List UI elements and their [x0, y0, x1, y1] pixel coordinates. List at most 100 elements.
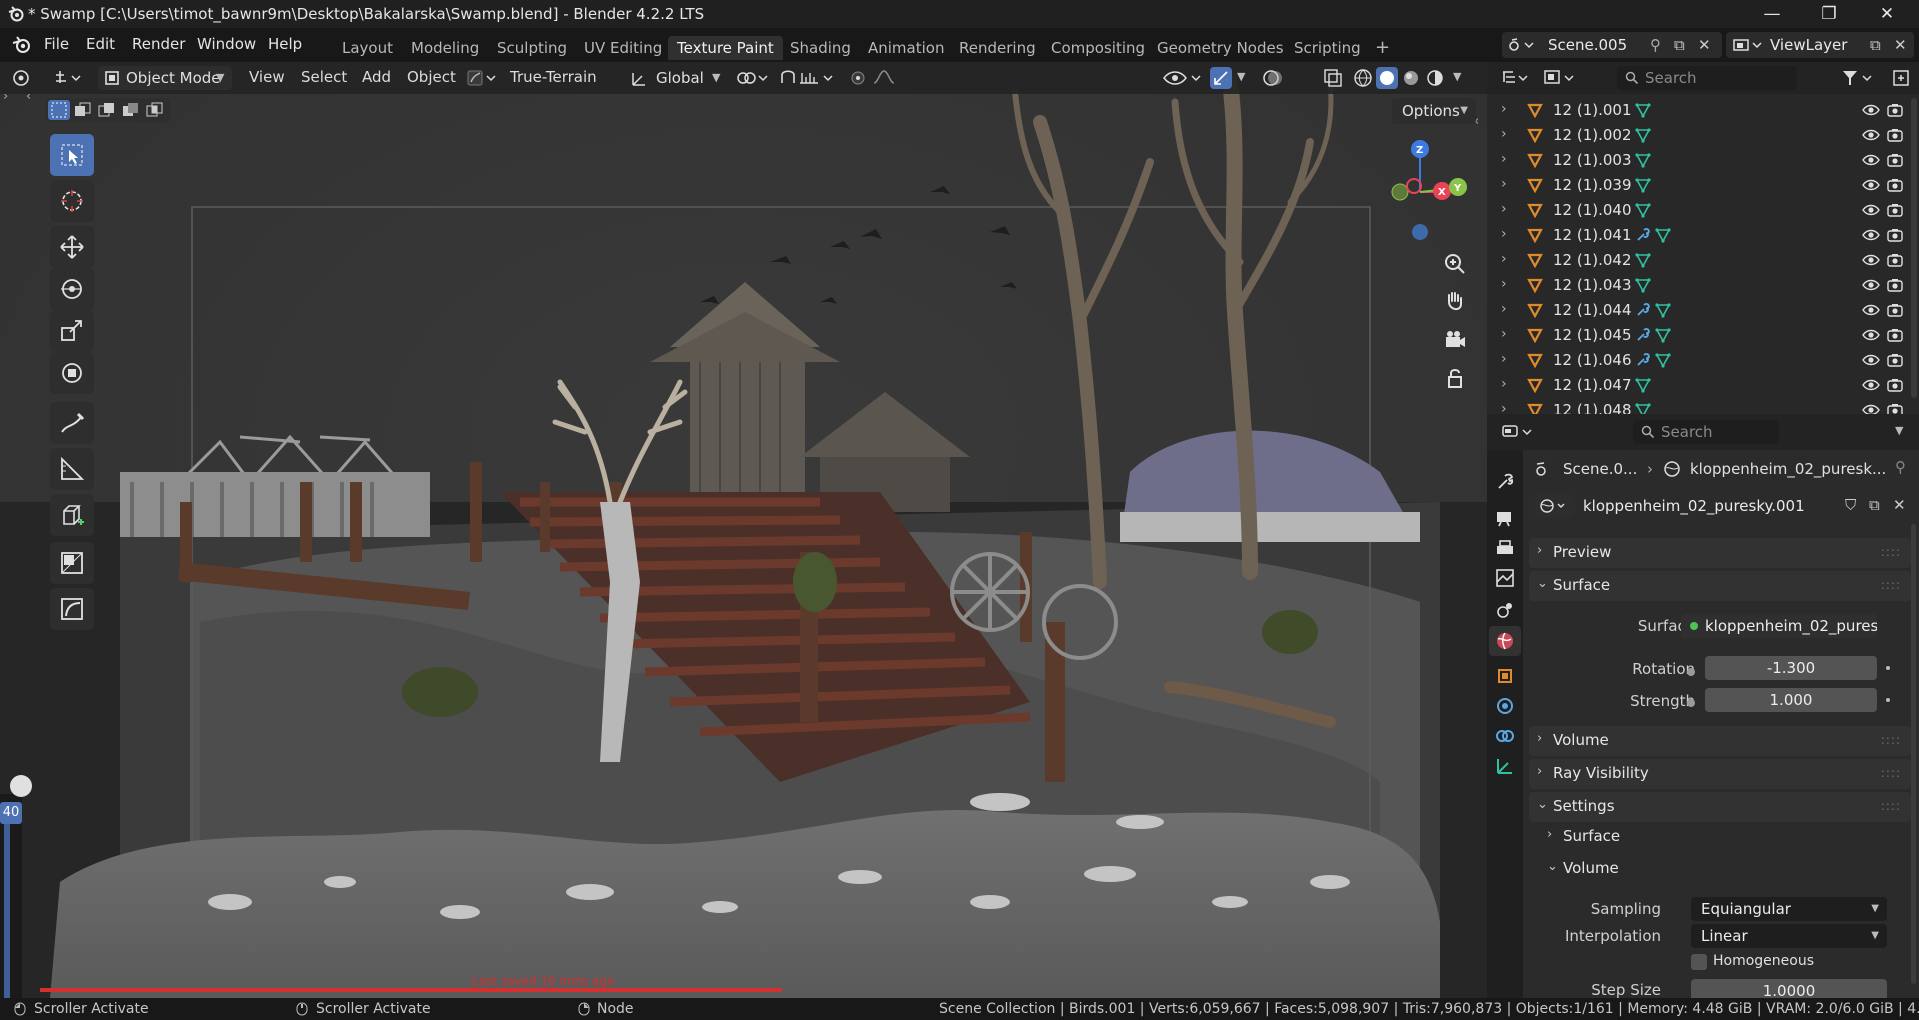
- expand-arrow-icon[interactable]: ›: [1501, 201, 1507, 217]
- tab-scripting[interactable]: Scripting: [1285, 36, 1370, 60]
- render-camera-icon[interactable]: [1887, 353, 1903, 367]
- select-new-icon[interactable]: [48, 100, 70, 120]
- breadcrumb-scene[interactable]: Scene.0...: [1563, 460, 1637, 478]
- eye-icon[interactable]: [1862, 228, 1880, 242]
- menu-help[interactable]: Help: [268, 35, 302, 53]
- select-box-tool[interactable]: [50, 134, 94, 176]
- step-size-field[interactable]: 1.0000: [1691, 979, 1887, 998]
- menu-window[interactable]: Window: [197, 35, 256, 53]
- expand-arrow-icon[interactable]: ›: [1501, 301, 1507, 317]
- panel-surface[interactable]: ⌄ Surface ::::: [1529, 571, 1911, 601]
- unlink-icon[interactable]: ✕: [1893, 496, 1906, 514]
- delete-scene-icon[interactable]: ✕: [1698, 32, 1711, 58]
- chevron-down-icon[interactable]: ▼: [1450, 67, 1466, 89]
- mesh-data-icon[interactable]: [1635, 277, 1651, 293]
- wrench-icon[interactable]: [1635, 302, 1651, 318]
- measure-tool[interactable]: [50, 448, 94, 490]
- viewport-menu-add[interactable]: Add: [362, 68, 391, 86]
- render-camera-icon[interactable]: [1887, 303, 1903, 317]
- properties-scrollbar[interactable]: [1911, 524, 1916, 984]
- expand-arrow-icon[interactable]: ›: [1501, 176, 1507, 192]
- mesh-data-icon[interactable]: [1655, 352, 1671, 368]
- fake-user-icon[interactable]: ⛉: [1845, 496, 1856, 514]
- 3d-viewport[interactable]: Object Mode ▼ View Select Add Object Tru…: [0, 62, 1487, 998]
- current-frame[interactable]: 40: [0, 802, 22, 824]
- viewport-menu-object[interactable]: Object: [407, 68, 456, 86]
- eye-icon[interactable]: [1862, 378, 1880, 392]
- scene-tab-icon[interactable]: [1493, 598, 1517, 622]
- mesh-data-icon[interactable]: [1635, 127, 1651, 143]
- rotation-field[interactable]: -1.300: [1705, 656, 1877, 680]
- panel-ray-visibility[interactable]: › Ray Visibility ::::: [1529, 759, 1911, 789]
- eye-icon[interactable]: [1862, 403, 1880, 414]
- new-view-layer-icon[interactable]: ⧉: [1870, 32, 1881, 58]
- close-button[interactable]: ✕: [1864, 2, 1910, 26]
- mesh-data-icon[interactable]: [1635, 252, 1651, 268]
- expand-arrow-icon[interactable]: ›: [1501, 226, 1507, 242]
- panel-preview[interactable]: › Preview ::::: [1529, 538, 1911, 568]
- eye-icon[interactable]: [1862, 103, 1880, 117]
- drag-handle-icon[interactable]: ::::: [1881, 578, 1901, 592]
- render-camera-icon[interactable]: [1887, 178, 1903, 192]
- drag-handle-icon[interactable]: ::::: [1881, 799, 1901, 813]
- physics-tab-icon[interactable]: [1493, 694, 1517, 718]
- tab-shading[interactable]: Shading: [781, 36, 860, 60]
- shading-solid-icon[interactable]: [1376, 67, 1398, 89]
- tab-compositing[interactable]: Compositing: [1042, 36, 1154, 60]
- outliner-row[interactable]: › 12 (1).043: [1487, 273, 1907, 298]
- outliner-row[interactable]: › 12 (1).001: [1487, 98, 1907, 123]
- outliner-row[interactable]: › 12 (1).042: [1487, 248, 1907, 273]
- surface-shader-field[interactable]: kloppenheim_02_puresky: [1681, 614, 1877, 638]
- tab-rendering[interactable]: Rendering: [950, 36, 1045, 60]
- add-workspace-button[interactable]: +: [1366, 36, 1399, 60]
- chevron-down-icon[interactable]: ▼: [1234, 67, 1250, 89]
- view-layer-selector[interactable]: ViewLayer ⧉ ✕: [1726, 32, 1914, 58]
- outliner-row[interactable]: › 12 (1).002: [1487, 123, 1907, 148]
- keyframe-dot-icon[interactable]: [1886, 666, 1890, 670]
- eye-icon[interactable]: [1862, 253, 1880, 267]
- panel-settings[interactable]: ⌄ Settings ::::: [1529, 792, 1911, 822]
- pan-button[interactable]: [1439, 286, 1471, 318]
- tab-animation[interactable]: Animation: [859, 36, 953, 60]
- shading-rendered-icon[interactable]: [1424, 67, 1446, 89]
- xray-icon[interactable]: [1322, 67, 1344, 89]
- menu-file[interactable]: File: [44, 35, 69, 53]
- outliner-row[interactable]: › 12 (1).044: [1487, 298, 1907, 323]
- pin-icon[interactable]: ⚲: [1895, 458, 1906, 476]
- overlays-icon[interactable]: [1262, 67, 1284, 89]
- mesh-data-icon[interactable]: [1655, 227, 1671, 243]
- maximize-button[interactable]: ❐: [1806, 2, 1852, 26]
- render-camera-icon[interactable]: [1887, 203, 1903, 217]
- chevron-down-icon[interactable]: ▼: [1895, 424, 1903, 437]
- properties-editor-icon[interactable]: [1501, 423, 1535, 441]
- expand-arrow-icon[interactable]: ›: [1501, 151, 1507, 167]
- visibility-icon[interactable]: [1162, 67, 1208, 89]
- drag-handle-icon[interactable]: ::::: [1881, 766, 1901, 780]
- world-browse-button[interactable]: [1535, 494, 1575, 518]
- select-invert-icon[interactable]: [120, 100, 142, 120]
- expand-arrow-icon[interactable]: ›: [1501, 126, 1507, 142]
- view-layer-tab-icon[interactable]: [1493, 566, 1517, 590]
- subpanel-surface[interactable]: › Surface: [1539, 822, 1911, 850]
- scale-tool[interactable]: [50, 310, 94, 352]
- constraints-tab-icon[interactable]: [1493, 724, 1517, 748]
- shading-wireframe-icon[interactable]: [1352, 67, 1374, 89]
- outliner-row[interactable]: › 12 (1).040: [1487, 198, 1907, 223]
- viewport-menu-view[interactable]: View: [249, 68, 285, 86]
- homogeneous-checkbox[interactable]: [1691, 954, 1707, 970]
- object-tab-icon[interactable]: [1493, 664, 1517, 688]
- eye-icon[interactable]: [1862, 328, 1880, 342]
- eye-icon[interactable]: [1862, 178, 1880, 192]
- mesh-data-icon[interactable]: [1635, 202, 1651, 218]
- select-intersect-icon[interactable]: [144, 100, 166, 120]
- eye-icon[interactable]: [1862, 353, 1880, 367]
- camera-view-button[interactable]: [1439, 324, 1471, 356]
- interpolation-dropdown[interactable]: Linear ▼: [1691, 924, 1887, 948]
- delete-view-layer-icon[interactable]: ✕: [1894, 32, 1907, 58]
- editor-type-icon[interactable]: [10, 67, 32, 89]
- expand-arrow-icon[interactable]: ›: [1501, 351, 1507, 367]
- new-collection-icon[interactable]: [1891, 68, 1911, 88]
- tab-texture-paint[interactable]: Texture Paint: [668, 36, 783, 60]
- keyframe-dot-icon[interactable]: [1886, 698, 1890, 702]
- outliner-row[interactable]: › 12 (1).046: [1487, 348, 1907, 373]
